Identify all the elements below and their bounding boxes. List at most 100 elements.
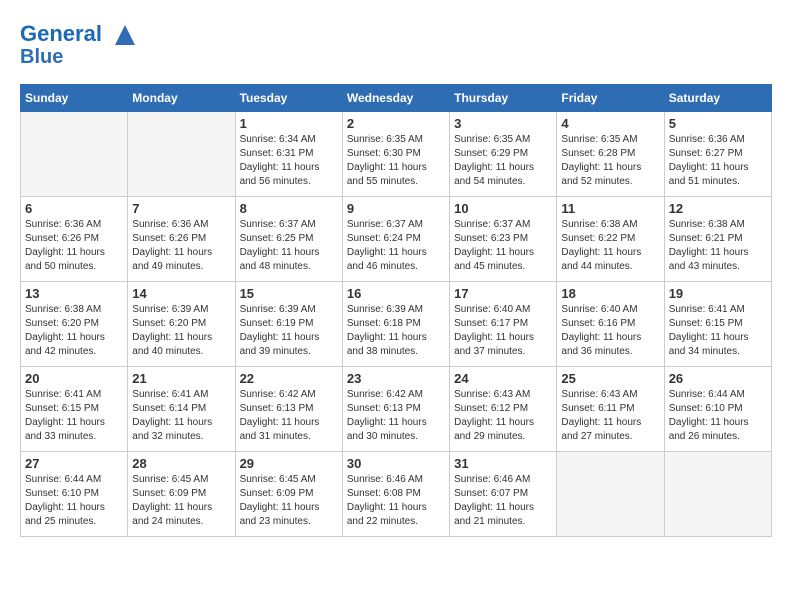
calendar-cell: 18 Sunrise: 6:40 AM Sunset: 6:16 PM Dayli… — [557, 282, 664, 367]
calendar-cell: 24 Sunrise: 6:43 AM Sunset: 6:12 PM Dayli… — [450, 367, 557, 452]
weekday-header-saturday: Saturday — [664, 85, 771, 112]
calendar-cell: 4 Sunrise: 6:35 AM Sunset: 6:28 PM Daylig… — [557, 112, 664, 197]
day-info: Sunrise: 6:36 AM Sunset: 6:26 PM Dayligh… — [25, 218, 123, 274]
day-number: 16 — [347, 286, 445, 301]
week-row-5: 27 Sunrise: 6:44 AM Sunset: 6:10 PM Dayli… — [21, 452, 772, 537]
day-info: Sunrise: 6:44 AM Sunset: 6:10 PM Dayligh… — [25, 473, 123, 529]
day-info: Sunrise: 6:43 AM Sunset: 6:12 PM Dayligh… — [454, 388, 552, 444]
day-info: Sunrise: 6:40 AM Sunset: 6:17 PM Dayligh… — [454, 303, 552, 359]
calendar-cell: 31 Sunrise: 6:46 AM Sunset: 6:07 PM Dayli… — [450, 452, 557, 537]
day-number: 12 — [669, 201, 767, 216]
calendar-cell: 3Sunrise: 6:35 AM Sunset: 6:29 PM Daylig… — [450, 112, 557, 197]
day-number: 7 — [132, 201, 230, 216]
day-info: Sunrise: 6:38 AM Sunset: 6:21 PM Dayligh… — [669, 218, 767, 274]
day-info: Sunrise: 6:43 AM Sunset: 6:11 PM Dayligh… — [561, 388, 659, 444]
calendar-cell: 7 Sunrise: 6:36 AM Sunset: 6:26 PM Daylig… — [128, 197, 235, 282]
calendar-cell: 19 Sunrise: 6:41 AM Sunset: 6:15 PM Dayli… — [664, 282, 771, 367]
calendar-cell: 11 Sunrise: 6:38 AM Sunset: 6:22 PM Dayli… — [557, 197, 664, 282]
day-info: Sunrise: 6:46 AM Sunset: 6:08 PM Dayligh… — [347, 473, 445, 529]
calendar-cell: 6Sunrise: 6:36 AM Sunset: 6:26 PM Daylig… — [21, 197, 128, 282]
day-info: Sunrise: 6:38 AM Sunset: 6:20 PM Dayligh… — [25, 303, 123, 359]
day-number: 2 — [347, 116, 445, 131]
day-number: 25 — [561, 371, 659, 386]
day-number: 20 — [25, 371, 123, 386]
calendar-cell: 12 Sunrise: 6:38 AM Sunset: 6:21 PM Dayli… — [664, 197, 771, 282]
day-info: Sunrise: 6:35 AM Sunset: 6:30 PM Dayligh… — [347, 133, 445, 189]
day-info: Sunrise: 6:45 AM Sunset: 6:09 PM Dayligh… — [240, 473, 338, 529]
weekday-header-wednesday: Wednesday — [342, 85, 449, 112]
day-info: Sunrise: 6:46 AM Sunset: 6:07 PM Dayligh… — [454, 473, 552, 529]
page-header: General Blue — [20, 20, 772, 68]
calendar-cell: 10 Sunrise: 6:37 AM Sunset: 6:23 PM Dayli… — [450, 197, 557, 282]
day-number: 1 — [240, 116, 338, 131]
day-info: Sunrise: 6:36 AM Sunset: 6:26 PM Dayligh… — [132, 218, 230, 274]
day-info: Sunrise: 6:37 AM Sunset: 6:24 PM Dayligh… — [347, 218, 445, 274]
week-row-2: 6Sunrise: 6:36 AM Sunset: 6:26 PM Daylig… — [21, 197, 772, 282]
calendar-cell: 27 Sunrise: 6:44 AM Sunset: 6:10 PM Dayli… — [21, 452, 128, 537]
day-number: 27 — [25, 456, 123, 471]
week-row-3: 13 Sunrise: 6:38 AM Sunset: 6:20 PM Dayli… — [21, 282, 772, 367]
day-number: 9 — [347, 201, 445, 216]
day-info: Sunrise: 6:40 AM Sunset: 6:16 PM Dayligh… — [561, 303, 659, 359]
day-number: 29 — [240, 456, 338, 471]
day-info: Sunrise: 6:42 AM Sunset: 6:13 PM Dayligh… — [240, 388, 338, 444]
calendar-cell: 15 Sunrise: 6:39 AM Sunset: 6:19 PM Dayli… — [235, 282, 342, 367]
weekday-header-thursday: Thursday — [450, 85, 557, 112]
day-info: Sunrise: 6:37 AM Sunset: 6:23 PM Dayligh… — [454, 218, 552, 274]
day-number: 15 — [240, 286, 338, 301]
day-info: Sunrise: 6:41 AM Sunset: 6:15 PM Dayligh… — [25, 388, 123, 444]
day-number: 5 — [669, 116, 767, 131]
calendar-cell: 21 Sunrise: 6:41 AM Sunset: 6:14 PM Dayli… — [128, 367, 235, 452]
day-number: 3 — [454, 116, 552, 131]
weekday-header-sunday: Sunday — [21, 85, 128, 112]
day-info: Sunrise: 6:41 AM Sunset: 6:14 PM Dayligh… — [132, 388, 230, 444]
day-number: 17 — [454, 286, 552, 301]
day-number: 26 — [669, 371, 767, 386]
weekday-header-monday: Monday — [128, 85, 235, 112]
day-number: 18 — [561, 286, 659, 301]
weekday-header-tuesday: Tuesday — [235, 85, 342, 112]
day-number: 30 — [347, 456, 445, 471]
calendar-cell: 5 Sunrise: 6:36 AM Sunset: 6:27 PM Daylig… — [664, 112, 771, 197]
day-number: 19 — [669, 286, 767, 301]
calendar-cell: 22Sunrise: 6:42 AM Sunset: 6:13 PM Dayli… — [235, 367, 342, 452]
week-row-1: 1 Sunrise: 6:34 AM Sunset: 6:31 PM Daylig… — [21, 112, 772, 197]
day-info: Sunrise: 6:39 AM Sunset: 6:20 PM Dayligh… — [132, 303, 230, 359]
day-info: Sunrise: 6:41 AM Sunset: 6:15 PM Dayligh… — [669, 303, 767, 359]
calendar-cell: 20 Sunrise: 6:41 AM Sunset: 6:15 PM Dayli… — [21, 367, 128, 452]
day-number: 8 — [240, 201, 338, 216]
week-row-4: 20 Sunrise: 6:41 AM Sunset: 6:15 PM Dayli… — [21, 367, 772, 452]
day-info: Sunrise: 6:39 AM Sunset: 6:18 PM Dayligh… — [347, 303, 445, 359]
day-info: Sunrise: 6:38 AM Sunset: 6:22 PM Dayligh… — [561, 218, 659, 274]
calendar-cell: 2 Sunrise: 6:35 AM Sunset: 6:30 PM Daylig… — [342, 112, 449, 197]
calendar-cell: 17 Sunrise: 6:40 AM Sunset: 6:17 PM Dayli… — [450, 282, 557, 367]
day-info: Sunrise: 6:36 AM Sunset: 6:27 PM Dayligh… — [669, 133, 767, 189]
day-info: Sunrise: 6:35 AM Sunset: 6:28 PM Dayligh… — [561, 133, 659, 189]
day-info: Sunrise: 6:42 AM Sunset: 6:13 PM Dayligh… — [347, 388, 445, 444]
day-number: 31 — [454, 456, 552, 471]
calendar-cell: 23 Sunrise: 6:42 AM Sunset: 6:13 PM Dayli… — [342, 367, 449, 452]
calendar-cell — [557, 452, 664, 537]
day-number: 10 — [454, 201, 552, 216]
day-info: Sunrise: 6:39 AM Sunset: 6:19 PM Dayligh… — [240, 303, 338, 359]
calendar-cell: 28 Sunrise: 6:45 AM Sunset: 6:09 PM Dayli… — [128, 452, 235, 537]
weekday-header-friday: Friday — [557, 85, 664, 112]
calendar-cell: 14Sunrise: 6:39 AM Sunset: 6:20 PM Dayli… — [128, 282, 235, 367]
calendar-cell: 29 Sunrise: 6:45 AM Sunset: 6:09 PM Dayli… — [235, 452, 342, 537]
calendar-cell: 30 Sunrise: 6:46 AM Sunset: 6:08 PM Dayli… — [342, 452, 449, 537]
day-info: Sunrise: 6:34 AM Sunset: 6:31 PM Dayligh… — [240, 133, 338, 189]
day-info: Sunrise: 6:37 AM Sunset: 6:25 PM Dayligh… — [240, 218, 338, 274]
day-info: Sunrise: 6:45 AM Sunset: 6:09 PM Dayligh… — [132, 473, 230, 529]
day-number: 28 — [132, 456, 230, 471]
day-number: 23 — [347, 371, 445, 386]
calendar-cell: 9 Sunrise: 6:37 AM Sunset: 6:24 PM Daylig… — [342, 197, 449, 282]
calendar-cell: 16 Sunrise: 6:39 AM Sunset: 6:18 PM Dayli… — [342, 282, 449, 367]
day-number: 13 — [25, 286, 123, 301]
day-number: 21 — [132, 371, 230, 386]
calendar-cell: 1 Sunrise: 6:34 AM Sunset: 6:31 PM Daylig… — [235, 112, 342, 197]
day-number: 24 — [454, 371, 552, 386]
day-number: 4 — [561, 116, 659, 131]
calendar-header-row: SundayMondayTuesdayWednesdayThursdayFrid… — [21, 85, 772, 112]
day-number: 11 — [561, 201, 659, 216]
calendar-table: SundayMondayTuesdayWednesdayThursdayFrid… — [20, 84, 772, 537]
